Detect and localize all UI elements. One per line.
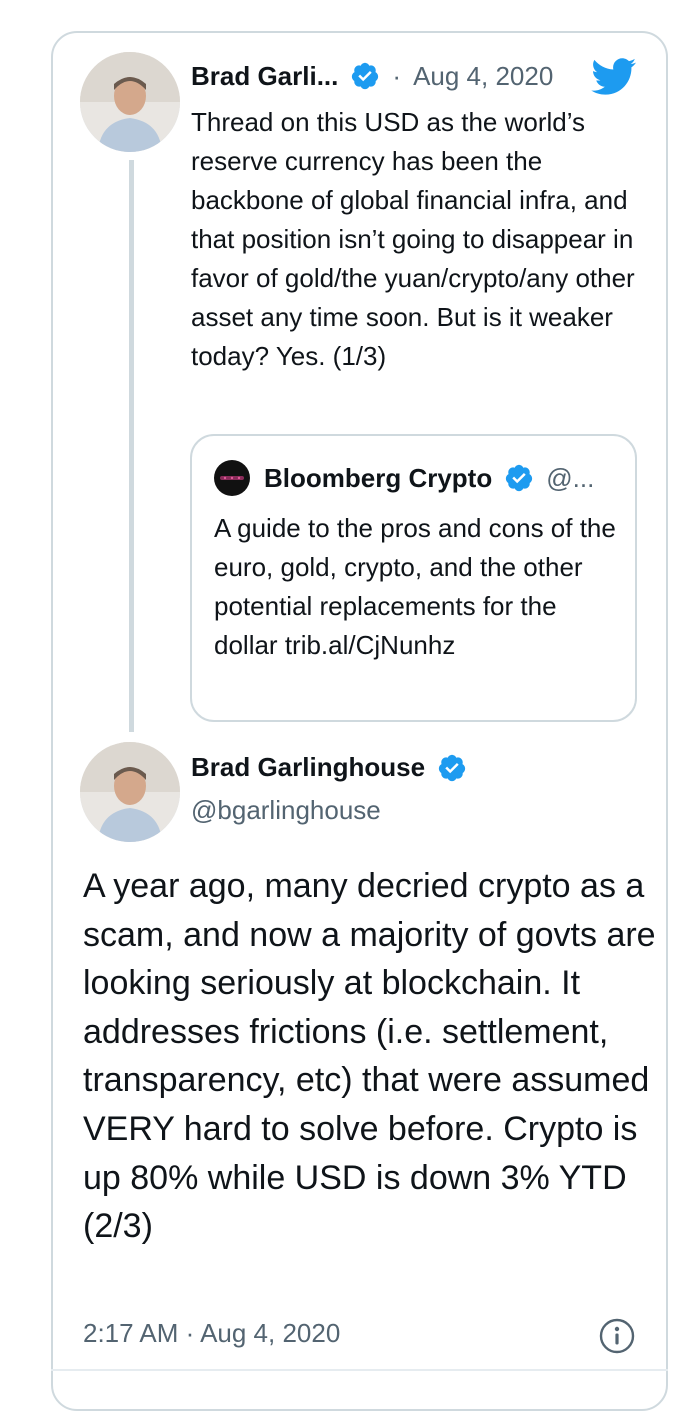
verified-badge-icon (352, 62, 379, 90)
tweet1-text: Thread on this USD as the world’s reserv… (191, 107, 635, 371)
divider (51, 1369, 668, 1371)
separator-dot: · (392, 60, 402, 91)
bloomberg-crypto-avatar (214, 460, 250, 496)
avatar[interactable] (80, 52, 180, 152)
author-handle[interactable]: @bgarlinghouse (191, 795, 381, 826)
quoted-handle: @... (546, 462, 595, 493)
avatar-photo (80, 52, 180, 152)
twitter-bird-icon[interactable] (590, 58, 638, 96)
avatar[interactable] (80, 742, 180, 842)
info-icon[interactable] (599, 1318, 635, 1354)
tweet1-header: Brad Garli... · Aug 4, 2020 (191, 56, 553, 96)
quoted-author-name: Bloomberg Crypto (264, 462, 493, 493)
quoted-tweet-header: Bloomberg Crypto @... (214, 460, 594, 496)
author-name[interactable]: Brad Garli... (191, 61, 338, 92)
tweet-timestamp[interactable]: 2:17 AM · Aug 4, 2020 (83, 1318, 340, 1349)
avatar-photo (80, 742, 180, 842)
tweet2-text: A year ago, many decried crypto as a sca… (83, 867, 656, 1246)
author-name[interactable]: Brad Garlinghouse (191, 752, 425, 783)
quoted-tweet[interactable]: Bloomberg Crypto @... A guide to the pro… (190, 434, 637, 722)
bloomberg-logo-icon (220, 476, 244, 480)
verified-badge-icon (438, 754, 466, 781)
tweet2-header: Brad Garlinghouse (191, 752, 467, 783)
tweet-date[interactable]: Aug 4, 2020 (413, 61, 553, 92)
thread-connector-line (129, 160, 134, 732)
verified-badge-icon (506, 464, 533, 492)
quoted-tweet-text: A guide to the pros and cons of the euro… (214, 513, 616, 660)
